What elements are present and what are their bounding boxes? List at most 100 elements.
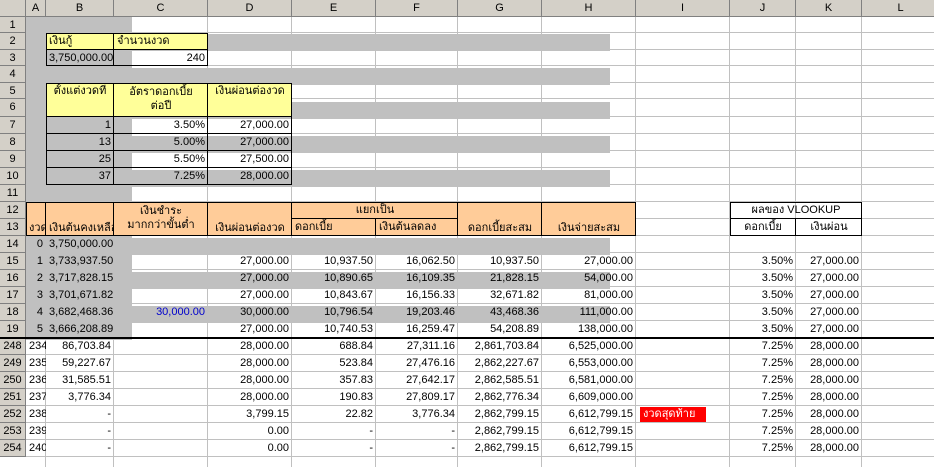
remaining-balance[interactable]: 3,682,468.36: [46, 304, 114, 321]
cumulative-interest[interactable]: 2,862,799.15: [458, 423, 542, 440]
extra-payment[interactable]: [114, 270, 208, 287]
principal-reduction[interactable]: 3,776.34: [376, 406, 458, 423]
column-header[interactable]: L: [862, 0, 934, 17]
column-header[interactable]: G: [458, 0, 542, 17]
remaining-balance[interactable]: 3,733,937.50: [46, 253, 114, 270]
rate-annual-label[interactable]: อัตราดอกเบี้ย ต่อปี: [114, 83, 208, 117]
vlookup-rate-result[interactable]: 7.25%: [730, 372, 796, 389]
remaining-balance[interactable]: -: [46, 406, 114, 423]
period-payment[interactable]: 3,799.15: [208, 406, 292, 423]
remaining-balance[interactable]: -: [46, 440, 114, 457]
cumulative-interest[interactable]: [458, 236, 542, 253]
row-header[interactable]: 6: [0, 99, 26, 117]
vlookup-rate-result[interactable]: 7.25%: [730, 389, 796, 406]
vlookup-rate-result[interactable]: 7.25%: [730, 423, 796, 440]
principal-reduction[interactable]: 19,203.46: [376, 304, 458, 321]
header-extra-payment[interactable]: เงินชำระ มากกว่าขั้นต่ำ: [114, 202, 208, 236]
remaining-balance[interactable]: -: [46, 423, 114, 440]
row-header[interactable]: 8: [0, 134, 26, 151]
row-header[interactable]: 7: [0, 117, 26, 134]
row-header[interactable]: 252: [0, 406, 26, 423]
header-interest[interactable]: ดอกเบี้ย: [292, 219, 376, 236]
remaining-balance[interactable]: 31,585.51: [46, 372, 114, 389]
principal-reduction[interactable]: 16,156.33: [376, 287, 458, 304]
vlookup-title[interactable]: ผลของ VLOOKUP: [730, 202, 862, 219]
period-number[interactable]: 1: [26, 253, 46, 270]
period-number[interactable]: 234: [26, 338, 46, 355]
extra-payment[interactable]: [114, 372, 208, 389]
vlookup-payment-result[interactable]: 27,000.00: [796, 270, 862, 287]
vlookup-rate-result[interactable]: 7.25%: [730, 355, 796, 372]
cumulative-interest[interactable]: 2,862,227.67: [458, 355, 542, 372]
extra-payment[interactable]: [114, 406, 208, 423]
vlookup-rate-result[interactable]: 3.50%: [730, 304, 796, 321]
cumulative-interest[interactable]: 32,671.82: [458, 287, 542, 304]
cumulative-paid[interactable]: 54,000.00: [542, 270, 636, 287]
last-period-badge[interactable]: งวดสุดท้าย: [640, 407, 706, 422]
row-header[interactable]: 248: [0, 338, 26, 355]
interest-amount[interactable]: -: [292, 423, 376, 440]
header-principal[interactable]: เงินต้นลดลง: [376, 219, 458, 236]
column-header[interactable]: F: [376, 0, 458, 17]
vlookup-payment-result[interactable]: 28,000.00: [796, 423, 862, 440]
rate-payment[interactable]: 27,000.00: [208, 134, 292, 151]
vlookup-rate-label[interactable]: ดอกเบี้ย: [730, 219, 796, 236]
row-header[interactable]: 4: [0, 66, 26, 83]
row-header[interactable]: 251: [0, 389, 26, 406]
header-balance[interactable]: เงินต้นคงเหลือ: [46, 202, 114, 236]
extra-payment[interactable]: [114, 440, 208, 457]
period-payment[interactable]: 27,000.00: [208, 321, 292, 338]
row-header[interactable]: 12: [0, 202, 26, 219]
period-number[interactable]: 240: [26, 440, 46, 457]
cumulative-interest[interactable]: 43,468.36: [458, 304, 542, 321]
row-header[interactable]: 3: [0, 50, 26, 66]
cumulative-interest[interactable]: 2,862,776.34: [458, 389, 542, 406]
interest-amount[interactable]: 523.84: [292, 355, 376, 372]
principal-reduction[interactable]: [376, 236, 458, 253]
principal-reduction[interactable]: 27,476.16: [376, 355, 458, 372]
period-number[interactable]: 0: [26, 236, 46, 253]
vlookup-payment-label[interactable]: เงินผ่อน: [796, 219, 862, 236]
period-number[interactable]: 235: [26, 355, 46, 372]
vlookup-payment-result[interactable]: 28,000.00: [796, 389, 862, 406]
period-number[interactable]: 236: [26, 372, 46, 389]
interest-amount[interactable]: 10,937.50: [292, 253, 376, 270]
extra-payment[interactable]: 30,000.00: [114, 304, 208, 321]
row-header[interactable]: 18: [0, 304, 26, 321]
period-number[interactable]: 4: [26, 304, 46, 321]
principal-reduction[interactable]: 27,311.16: [376, 338, 458, 355]
rate-start-period[interactable]: 25: [46, 151, 114, 168]
interest-amount[interactable]: [292, 236, 376, 253]
vlookup-rate-result[interactable]: 7.25%: [730, 338, 796, 355]
period-payment[interactable]: 28,000.00: [208, 372, 292, 389]
vlookup-rate-result[interactable]: 3.50%: [730, 321, 796, 338]
column-header[interactable]: D: [208, 0, 292, 17]
vlookup-payment-result[interactable]: 28,000.00: [796, 406, 862, 423]
loan-amount-value[interactable]: 3,750,000.00: [46, 50, 114, 66]
cumulative-paid[interactable]: 6,612,799.15: [542, 423, 636, 440]
principal-reduction[interactable]: 16,109.35: [376, 270, 458, 287]
row-header[interactable]: 2: [0, 33, 26, 50]
column-header[interactable]: E: [292, 0, 376, 17]
column-header[interactable]: H: [542, 0, 636, 17]
cumulative-interest[interactable]: 2,862,799.15: [458, 440, 542, 457]
cumulative-paid[interactable]: 111,000.00: [542, 304, 636, 321]
row-header[interactable]: 250: [0, 372, 26, 389]
rate-value[interactable]: 7.25%: [114, 168, 208, 185]
row-header[interactable]: 19: [0, 321, 26, 338]
cumulative-paid[interactable]: 81,000.00: [542, 287, 636, 304]
cumulative-paid[interactable]: [542, 236, 636, 253]
cumulative-interest[interactable]: 2,862,799.15: [458, 406, 542, 423]
row-header[interactable]: 11: [0, 185, 26, 202]
row-header[interactable]: 13: [0, 219, 26, 236]
vlookup-payment-result[interactable]: 27,000.00: [796, 304, 862, 321]
interest-amount[interactable]: 190.83: [292, 389, 376, 406]
remaining-balance[interactable]: 86,703.84: [46, 338, 114, 355]
extra-payment[interactable]: [114, 321, 208, 338]
remaining-balance[interactable]: 3,776.34: [46, 389, 114, 406]
select-all-corner[interactable]: [0, 0, 26, 17]
vlookup-payment-result[interactable]: [796, 236, 862, 253]
rate-start-label[interactable]: ตั้งแต่งวดที่: [46, 83, 114, 117]
principal-reduction[interactable]: 16,062.50: [376, 253, 458, 270]
rate-value[interactable]: 5.50%: [114, 151, 208, 168]
